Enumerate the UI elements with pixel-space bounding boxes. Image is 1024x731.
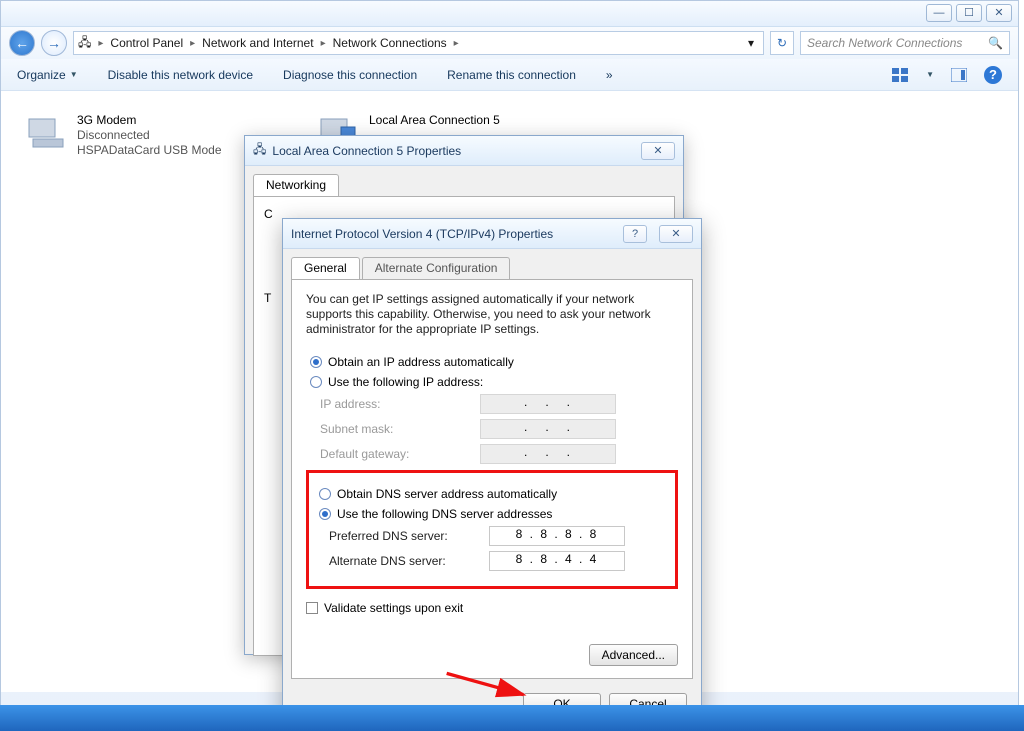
chevron-right-icon: ▸ <box>318 38 329 49</box>
help-icon[interactable]: ? <box>984 66 1002 84</box>
preferred-dns-label: Preferred DNS server: <box>329 529 489 543</box>
dns-highlight-box: Obtain DNS server address automatically … <box>306 470 678 589</box>
ip-address-label: IP address: <box>320 397 480 411</box>
close-button[interactable]: ✕ <box>659 225 693 243</box>
subnet-mask-input: . . . <box>480 419 616 439</box>
breadcrumb-network-connections[interactable]: Network Connections <box>333 36 447 50</box>
connection-name: 3G Modem <box>77 113 222 128</box>
ipv4-properties-dialog: Internet Protocol Version 4 (TCP/IPv4) P… <box>282 218 702 722</box>
radio-label: Use the following DNS server addresses <box>337 507 552 521</box>
help-button[interactable]: ? <box>623 225 647 243</box>
dialog-title: Internet Protocol Version 4 (TCP/IPv4) P… <box>291 227 617 241</box>
connection-name: Local Area Connection 5 <box>369 113 500 128</box>
modem-icon <box>25 113 69 151</box>
breadcrumb-network-internet[interactable]: Network and Internet <box>202 36 313 50</box>
gateway-input: . . . <box>480 444 616 464</box>
more-commands[interactable]: » <box>606 68 613 82</box>
advanced-button[interactable]: Advanced... <box>589 644 678 666</box>
radio-obtain-ip[interactable]: Obtain an IP address automatically <box>310 355 678 369</box>
diagnose-button[interactable]: Diagnose this connection <box>283 68 417 82</box>
preferred-dns-input[interactable]: 8 . 8 . 8 . 8 <box>489 526 625 546</box>
back-button[interactable]: ← <box>9 30 35 56</box>
radio-icon <box>319 488 331 500</box>
radio-use-dns[interactable]: Use the following DNS server addresses <box>319 507 669 521</box>
radio-use-ip[interactable]: Use the following IP address: <box>310 375 678 389</box>
validate-label: Validate settings upon exit <box>324 601 463 615</box>
radio-icon <box>310 356 322 368</box>
view-options-icon[interactable] <box>892 66 910 84</box>
breadcrumb-dropdown[interactable]: ▾ <box>743 36 759 50</box>
search-input[interactable]: Search Network Connections 🔍 <box>800 31 1010 55</box>
titlebar: — ☐ ✕ <box>1 1 1018 27</box>
radio-label: Use the following IP address: <box>328 375 483 389</box>
adapter-icon: 🖧 <box>253 140 266 161</box>
checkbox-icon <box>306 602 318 614</box>
ip-address-input: . . . <box>480 394 616 414</box>
chevron-right-icon: ▸ <box>95 38 106 49</box>
validate-checkbox-row[interactable]: Validate settings upon exit <box>306 601 678 615</box>
maximize-button[interactable]: ☐ <box>956 4 982 22</box>
tab-alternate-config[interactable]: Alternate Configuration <box>362 257 511 279</box>
radio-icon <box>310 376 322 388</box>
radio-obtain-dns[interactable]: Obtain DNS server address automatically <box>319 487 669 501</box>
search-placeholder: Search Network Connections <box>807 36 962 50</box>
gateway-label: Default gateway: <box>320 447 480 461</box>
connection-device: HSPADataCard USB Mode <box>77 143 222 158</box>
dialog-titlebar[interactable]: 🖧 Local Area Connection 5 Properties ✕ <box>245 136 683 166</box>
network-icon: 🖧 <box>78 33 91 54</box>
forward-button[interactable]: → <box>41 30 67 56</box>
refresh-button[interactable]: ↻ <box>770 31 794 55</box>
organize-menu[interactable]: Organize ▼ <box>17 68 78 82</box>
general-panel: You can get IP settings assigned automat… <box>291 279 693 679</box>
close-button[interactable]: ✕ <box>641 142 675 160</box>
alternate-dns-input[interactable]: 8 . 8 . 4 . 4 <box>489 551 625 571</box>
alternate-dns-label: Alternate DNS server: <box>329 554 489 568</box>
radio-label: Obtain DNS server address automatically <box>337 487 557 501</box>
command-bar: Organize ▼ Disable this network device D… <box>1 59 1018 91</box>
minimize-button[interactable]: — <box>926 4 952 22</box>
rename-button[interactable]: Rename this connection <box>447 68 576 82</box>
radio-icon <box>319 508 331 520</box>
tab-general[interactable]: General <box>291 257 360 279</box>
organize-label: Organize <box>17 68 66 82</box>
dialog-titlebar[interactable]: Internet Protocol Version 4 (TCP/IPv4) P… <box>283 219 701 249</box>
connection-status: Disconnected <box>77 128 222 143</box>
preview-pane-icon[interactable] <box>950 66 968 84</box>
subnet-mask-label: Subnet mask: <box>320 422 480 436</box>
chevron-down-icon: ▼ <box>70 70 78 79</box>
chevron-right-icon: ▸ <box>187 38 198 49</box>
chevron-right-icon: ▸ <box>451 38 462 49</box>
breadcrumb-control-panel[interactable]: Control Panel <box>110 36 183 50</box>
dialog-title: Local Area Connection 5 Properties <box>272 144 461 158</box>
search-icon: 🔍 <box>988 36 1003 50</box>
breadcrumb-bar[interactable]: 🖧 ▸ Control Panel ▸ Network and Internet… <box>73 31 764 55</box>
info-text: You can get IP settings assigned automat… <box>306 292 678 337</box>
tab-networking[interactable]: Networking <box>253 174 339 196</box>
taskbar[interactable] <box>0 705 1024 731</box>
close-button[interactable]: ✕ <box>986 4 1012 22</box>
disable-device-button[interactable]: Disable this network device <box>108 68 253 82</box>
chevron-down-icon[interactable]: ▼ <box>926 70 934 79</box>
nav-bar: ← → 🖧 ▸ Control Panel ▸ Network and Inte… <box>1 27 1018 59</box>
radio-label: Obtain an IP address automatically <box>328 355 514 369</box>
